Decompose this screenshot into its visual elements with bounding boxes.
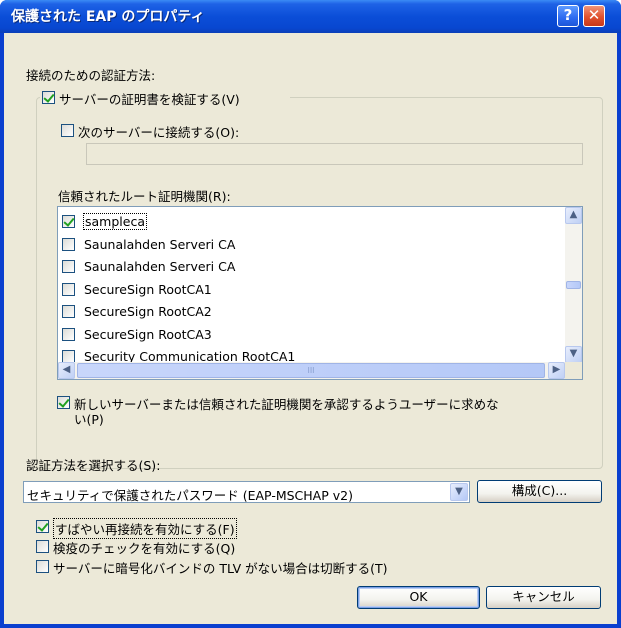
connect-servers-option[interactable]: 次のサーバーに接続する(O): — [61, 121, 361, 140]
scroll-right-icon[interactable]: ▶ — [548, 362, 565, 379]
vertical-scrollbar[interactable]: ▲ ▼ — [565, 207, 582, 363]
scroll-left-icon[interactable]: ◀ — [58, 362, 75, 379]
validate-cert-checkbox[interactable] — [42, 91, 55, 104]
trusted-root-label: SecureSign RootCA1 — [84, 281, 212, 297]
dialog-body: 接続のための認証方法: サーバーの証明書を検証する(V) 次のサーバーに接続する… — [4, 33, 617, 624]
trusted-root-label: Saunalahden Serveri CA — [84, 236, 236, 252]
trusted-root-checkbox[interactable] — [62, 215, 75, 228]
eap-properties-dialog: 保護された EAP のプロパティ ? ✕ 接続のための認証方法: サーバーの証明… — [0, 0, 621, 628]
prompt-user-label-line2: い(P) — [74, 412, 104, 427]
ok-button[interactable]: OK — [357, 586, 480, 609]
trusted-root-label: sampleca — [83, 213, 147, 230]
window-title: 保護された EAP のプロパティ — [11, 9, 205, 25]
trusted-root-label: 信頼されたルート証明機関(R): — [58, 189, 231, 204]
horizontal-scrollbar[interactable]: ◀ III ▶ — [58, 362, 565, 379]
trusted-root-label: SecureSign RootCA2 — [84, 304, 212, 319]
vertical-scroll-thumb[interactable] — [566, 281, 581, 289]
configure-button[interactable]: 構成(C)... — [477, 480, 602, 503]
chevron-down-icon[interactable]: ▼ — [450, 483, 468, 501]
scroll-up-icon[interactable]: ▲ — [565, 207, 582, 224]
trusted-root-checkbox[interactable] — [62, 282, 75, 296]
disconnect-tlv-option[interactable]: サーバーに暗号化バインドの TLV がない場合は切断する(T) — [36, 557, 496, 576]
cancel-button[interactable]: キャンセル — [486, 586, 601, 609]
trusted-root-checkbox[interactable] — [62, 260, 75, 273]
scroll-down-icon[interactable]: ▼ — [565, 346, 582, 363]
prompt-user-checkbox[interactable] — [57, 396, 70, 409]
fast-reconnect-label: すばやい再接続を有効にする(F) — [53, 518, 237, 539]
validate-cert-label: サーバーの証明書を検証する(V) — [59, 92, 240, 107]
auth-connect-label: 接続のための認証方法: — [26, 68, 156, 83]
trusted-root-label: SecureSign RootCA3 — [84, 326, 212, 342]
prompt-user-option[interactable]: 新しいサーバーまたは信頼された証明機関を承認するようユーザーに求めな い(P) — [57, 393, 577, 427]
auth-method-select[interactable]: セキュリティで保護されたパスワード (EAP-MSCHAP v2) ▼ — [23, 481, 470, 503]
auth-method-value: セキュリティで保護されたパスワード (EAP-MSCHAP v2) — [27, 488, 353, 503]
connect-servers-checkbox[interactable] — [61, 124, 74, 137]
fast-reconnect-checkbox[interactable] — [36, 520, 49, 533]
prompt-user-label-line1: 新しいサーバーまたは信頼された証明機関を承認するようユーザーに求めな — [74, 397, 499, 412]
trusted-root-list[interactable]: sampleca Saunalahden Serveri CA Saunalahde… — [57, 206, 583, 380]
quarantine-option[interactable]: 検疫のチェックを有効にする(Q) — [36, 537, 296, 556]
title-bar[interactable]: 保護された EAP のプロパティ ? ✕ — [0, 0, 621, 33]
trusted-root-checkbox[interactable] — [62, 237, 75, 251]
fast-reconnect-option[interactable]: すばやい再接続を有効にする(F) — [36, 517, 296, 539]
horizontal-scroll-thumb[interactable]: III — [77, 363, 545, 378]
trusted-root-checkbox[interactable] — [62, 327, 75, 341]
quarantine-label: 検疫のチェックを有効にする(Q) — [53, 541, 236, 556]
disconnect-tlv-label: サーバーに暗号化バインドの TLV がない場合は切断する(T) — [53, 561, 388, 576]
select-auth-label: 認証方法を選択する(S): — [26, 458, 161, 473]
help-button[interactable]: ? — [557, 5, 579, 27]
server-names-input[interactable] — [86, 143, 583, 165]
trusted-root-checkbox[interactable] — [62, 305, 75, 318]
quarantine-checkbox[interactable] — [36, 540, 49, 553]
trusted-root-label: Saunalahden Serveri CA — [84, 259, 236, 274]
scrollbar-corner — [565, 362, 582, 379]
close-button[interactable]: ✕ — [583, 5, 605, 27]
disconnect-tlv-checkbox[interactable] — [36, 560, 49, 573]
connect-servers-label: 次のサーバーに接続する(O): — [78, 125, 240, 140]
validate-cert-option[interactable]: サーバーの証明書を検証する(V) — [40, 88, 290, 107]
